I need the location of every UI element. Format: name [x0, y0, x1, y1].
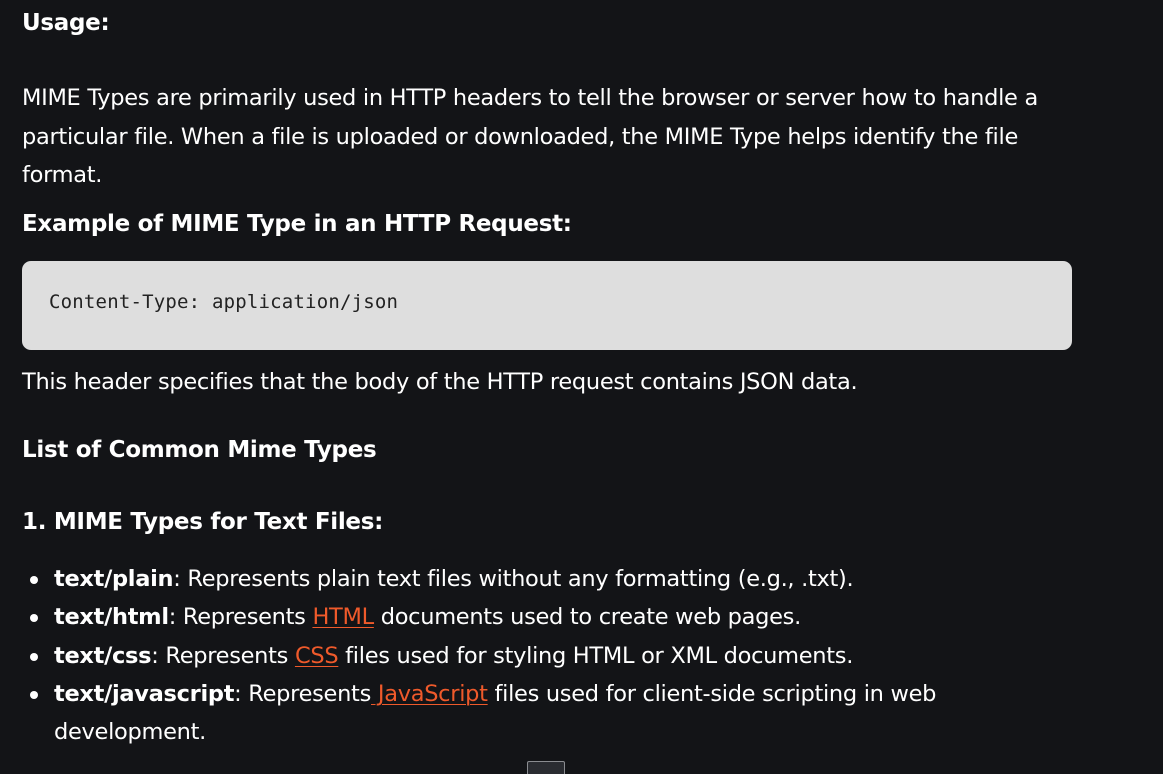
item-description: : Represents — [234, 680, 372, 707]
bullet-icon — [30, 614, 38, 623]
html-link[interactable]: HTML — [312, 604, 374, 630]
bullet-icon — [30, 690, 38, 699]
scroll-handle[interactable] — [527, 761, 565, 774]
common-mime-types-heading: List of Common Mime Types — [22, 437, 377, 463]
item-description: : Represents plain text files without an… — [173, 566, 854, 592]
mime-type-term: text/plain — [54, 566, 174, 592]
text-mime-types-list: text/plain: Represents plain text files … — [22, 560, 1022, 751]
list-item: text/html: Represents HTML documents use… — [22, 598, 1022, 636]
item-description: : Represents — [168, 604, 313, 631]
mime-type-term: text/javascript — [54, 680, 235, 707]
bullet-icon — [30, 576, 38, 584]
mime-type-term: text/html — [54, 604, 169, 631]
list-item: text/javascript: Represents JavaScript f… — [22, 675, 1022, 752]
list-item: text/css: Represents CSS files used for … — [22, 637, 1022, 675]
code-snippet: Content-Type: application/json — [49, 291, 399, 313]
example-explanation: This header specifies that the body of t… — [22, 369, 858, 395]
list-item: text/plain: Represents plain text files … — [22, 560, 1022, 598]
code-block: Content-Type: application/json — [22, 261, 1072, 350]
mime-type-term: text/css — [54, 642, 152, 669]
usage-heading: Usage: — [22, 10, 110, 36]
item-description: : Represents — [151, 642, 295, 669]
javascript-link[interactable]: JavaScript — [371, 681, 488, 707]
item-description-tail: documents used to create web pages. — [373, 604, 802, 631]
example-heading: Example of MIME Type in an HTTP Request: — [22, 211, 572, 237]
usage-paragraph: MIME Types are primarily used in HTTP he… — [22, 85, 1038, 188]
text-files-heading: 1. MIME Types for Text Files: — [22, 509, 384, 535]
item-description-tail: files used for styling HTML or XML docum… — [338, 642, 854, 669]
css-link[interactable]: CSS — [295, 643, 339, 669]
bullet-icon — [30, 652, 38, 661]
